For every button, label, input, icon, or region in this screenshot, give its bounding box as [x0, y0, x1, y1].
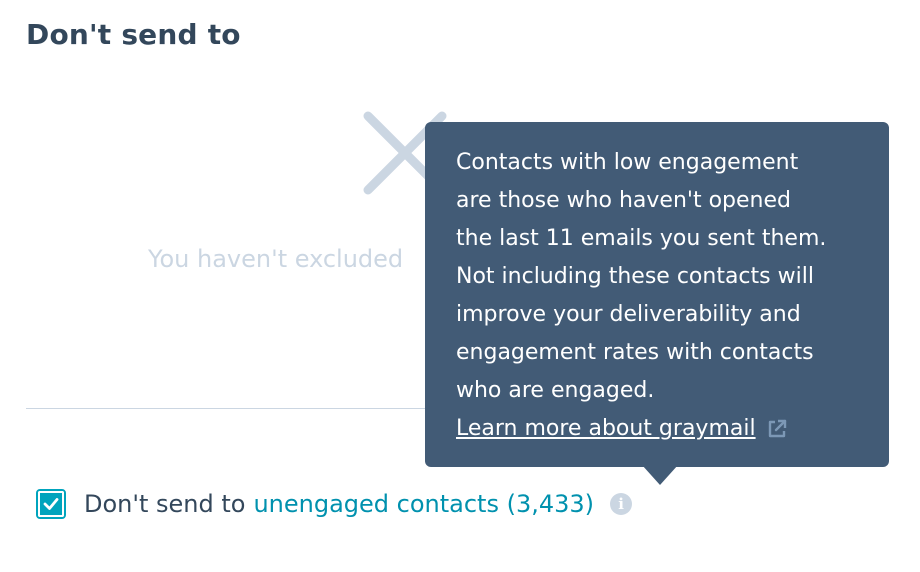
tooltip-body: Contacts with low engagement are those w… — [456, 150, 827, 403]
exclude-unengaged-checkbox[interactable] — [36, 489, 66, 519]
tooltip-arrow — [642, 465, 678, 485]
checkmark-icon — [43, 498, 59, 510]
divider — [26, 408, 436, 409]
section-title: Don't send to — [26, 18, 241, 51]
exclusion-row: Don't send to unengaged contacts (3,433)… — [36, 486, 633, 522]
unengaged-contacts-link[interactable]: unengaged contacts (3,433) — [253, 490, 594, 518]
empty-state-text: You haven't excluded — [148, 245, 404, 273]
tooltip-link-row: Learn more about graymail — [456, 410, 859, 448]
checkbox-label: Don't send to — [84, 490, 246, 518]
learn-more-graymail-link[interactable]: Learn more about graymail — [456, 410, 756, 448]
info-icon[interactable]: i — [610, 493, 633, 515]
graymail-tooltip: Contacts with low engagement are those w… — [425, 122, 889, 467]
checkbox-fill — [38, 491, 64, 517]
external-link-icon[interactable] — [766, 418, 788, 440]
